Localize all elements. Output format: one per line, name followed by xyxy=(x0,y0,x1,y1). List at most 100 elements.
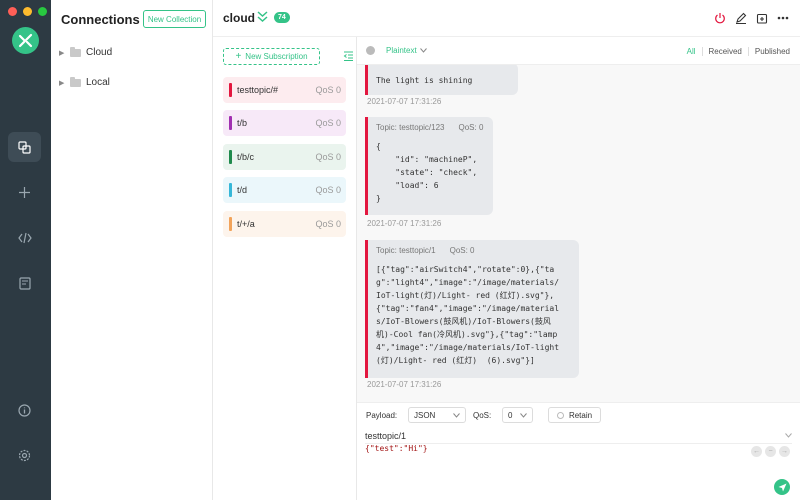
subscription-qos: QoS 0 xyxy=(315,152,341,162)
subscription-qos: QoS 0 xyxy=(315,185,341,195)
zoom-window-button[interactable] xyxy=(38,7,47,16)
folder-item-local[interactable]: ▶ Local xyxy=(59,76,110,88)
caret-right-icon: ▶ xyxy=(59,49,65,57)
rail-connections-button[interactable] xyxy=(8,132,41,162)
message-count-badge: 74 xyxy=(274,12,290,23)
rail-new-connection-button[interactable] xyxy=(8,177,41,207)
plus-icon xyxy=(19,186,30,198)
filter-all[interactable]: All xyxy=(687,47,696,56)
clear-payload-button[interactable]: − xyxy=(765,446,776,457)
filter-published[interactable]: Published xyxy=(755,47,790,56)
connection-header: cloud 74 xyxy=(213,0,800,37)
subscription-color-bar xyxy=(229,217,232,231)
message-qos: QoS: 0 xyxy=(458,123,484,132)
payload-format-value: JSON xyxy=(414,410,436,420)
connections-icon xyxy=(18,140,31,154)
expand-toggle[interactable] xyxy=(257,10,268,26)
subscription-qos: QoS 0 xyxy=(315,219,341,229)
subscription-topic: t/+/a xyxy=(237,219,255,229)
publish-payload-editor[interactable]: {"test":"Hi"} xyxy=(365,444,428,453)
rail-settings-button[interactable] xyxy=(8,440,41,470)
minimize-window-button[interactable] xyxy=(23,7,32,16)
connections-title: Connections xyxy=(61,12,140,27)
previous-payload-button[interactable]: ← xyxy=(751,446,762,457)
power-icon xyxy=(714,12,725,23)
navigation-rail xyxy=(0,0,51,500)
folder-label: Cloud xyxy=(86,47,113,58)
message-meta: Topic: testtopic/1 QoS: 0 xyxy=(376,246,571,255)
new-window-icon xyxy=(756,13,767,24)
new-window-button[interactable] xyxy=(754,10,769,25)
chevron-down-icon xyxy=(453,412,460,418)
message-payload: { "id": "machineP", "state": "check", "l… xyxy=(376,142,478,203)
subscription-qos: QoS 0 xyxy=(315,85,341,95)
new-collection-button[interactable]: New Collection xyxy=(143,10,206,28)
subscription-item[interactable]: testtopic/# QoS 0 xyxy=(223,77,346,103)
edit-button[interactable] xyxy=(733,10,748,25)
message-bubble[interactable]: Topic: testtopic/1 QoS: 0 [{"tag":"airSw… xyxy=(365,240,579,378)
payload-format-label: Plaintext xyxy=(386,46,417,55)
gear-icon xyxy=(18,449,31,461)
info-icon xyxy=(18,403,31,417)
payload-format-select[interactable]: Plaintext xyxy=(386,46,427,55)
more-icon xyxy=(777,16,788,19)
chevron-down-icon xyxy=(785,433,792,438)
new-subscription-button[interactable]: + New Subscription xyxy=(223,48,320,65)
message-topic: Topic: testtopic/1 xyxy=(376,246,436,255)
message-topic: Topic: testtopic/123 xyxy=(376,123,445,132)
subscription-topic: t/d xyxy=(237,185,248,195)
close-window-button[interactable] xyxy=(8,7,17,16)
collapse-subscriptions-button[interactable] xyxy=(343,50,354,64)
rail-script-button[interactable] xyxy=(8,223,41,253)
subscription-item[interactable]: t/b/c QoS 0 xyxy=(223,144,346,170)
retain-label: Retain xyxy=(568,410,593,420)
message-qos: QoS: 0 xyxy=(449,246,475,255)
retain-toggle[interactable]: Retain xyxy=(548,407,601,423)
disconnect-button[interactable] xyxy=(712,10,727,25)
subscription-item[interactable]: t/b QoS 0 xyxy=(223,110,346,136)
publish-topic-input[interactable]: testtopic/1 xyxy=(365,428,792,444)
send-button[interactable] xyxy=(774,479,790,495)
next-payload-button[interactable]: → xyxy=(779,446,790,457)
header-actions xyxy=(712,10,790,25)
subscription-item[interactable]: t/d QoS 0 xyxy=(223,177,346,203)
payload-format-dropdown[interactable]: JSON xyxy=(408,407,466,423)
code-icon xyxy=(17,232,32,244)
folder-icon xyxy=(70,46,81,57)
message-bubble[interactable]: The light is shining xyxy=(365,65,518,95)
subscription-color-bar xyxy=(229,150,232,164)
chevron-down-icon xyxy=(419,48,427,53)
publish-topic-value: testtopic/1 xyxy=(365,430,407,441)
subscription-color-bar xyxy=(229,83,232,97)
rail-about-button[interactable] xyxy=(8,395,41,425)
filter-received[interactable]: Received xyxy=(709,47,742,56)
double-chevron-down-icon xyxy=(257,11,268,23)
more-button[interactable] xyxy=(775,10,790,25)
send-icon xyxy=(778,483,786,491)
app-logo-icon xyxy=(12,27,39,54)
qos-value: 0 xyxy=(508,410,513,420)
message-timestamp: 2021-07-07 17:31:26 xyxy=(367,219,442,228)
edit-icon xyxy=(735,12,746,24)
subscriptions-panel: + New Subscription testtopic/# QoS 0 t/b… xyxy=(213,37,357,500)
payload-label: Payload: xyxy=(366,411,398,420)
message-timestamp: 2021-07-07 17:31:26 xyxy=(367,380,442,389)
message-bubble[interactable]: Topic: testtopic/123 QoS: 0 { "id": "mac… xyxy=(365,117,493,215)
qos-dropdown[interactable]: 0 xyxy=(502,407,533,423)
message-payload: [{"tag":"airSwitch4","rotate":0},{"ta g"… xyxy=(376,265,560,365)
subscription-topic: t/b xyxy=(237,118,248,128)
rail-log-button[interactable] xyxy=(8,268,41,298)
status-dot xyxy=(366,46,375,55)
message-toolbar: Plaintext All Received Published xyxy=(357,37,800,65)
message-meta: Topic: testtopic/123 QoS: 0 xyxy=(376,123,485,132)
collapse-list-icon xyxy=(343,51,353,61)
folder-icon xyxy=(70,76,81,87)
connections-panel: Connections New Collection ▶ Cloud ▶ Loc… xyxy=(51,0,213,500)
plus-icon: + xyxy=(235,51,242,62)
history-navigation: ← − → xyxy=(751,446,790,457)
qos-label: QoS: xyxy=(473,411,492,420)
message-list[interactable]: The light is shining 2021-07-07 17:31:26… xyxy=(357,65,800,402)
publish-panel: Payload: JSON QoS: 0 Retain testtopic/1 … xyxy=(357,402,800,500)
subscription-item[interactable]: t/+/a QoS 0 xyxy=(223,211,346,237)
folder-item-cloud[interactable]: ▶ Cloud xyxy=(59,46,113,58)
